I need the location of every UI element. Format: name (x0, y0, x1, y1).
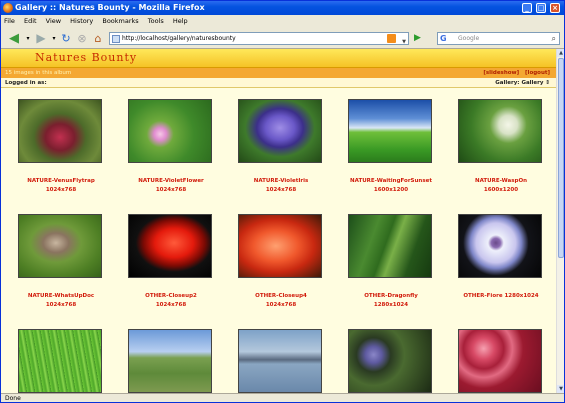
search-field[interactable]: G Google ⌕ (437, 32, 560, 45)
menu-view[interactable]: View (46, 17, 61, 25)
image-name-link[interactable]: NATURE-VenusFlytrap (1, 177, 121, 186)
forward-dropdown-icon[interactable]: ▾ (51, 31, 57, 46)
image-name-link[interactable]: OTHER-Closeup4 (221, 292, 341, 301)
image-size: 1024x768 (45, 302, 77, 308)
image-name-link[interactable]: NATURE-WaitingForSunset (331, 177, 451, 186)
menu-bar: File Edit View History Bookmarks Tools H… (1, 15, 564, 28)
firefox-logo-icon (3, 3, 13, 13)
thumbnail-image[interactable] (238, 214, 322, 278)
scrollbar-thumb[interactable] (558, 58, 564, 258)
menu-file[interactable]: File (4, 17, 15, 25)
thumbnail-image[interactable] (348, 329, 432, 393)
thumbnail-image[interactable] (128, 329, 212, 393)
menu-bookmarks[interactable]: Bookmarks (102, 17, 138, 25)
thumbnail-image[interactable] (458, 329, 542, 393)
thumbnail-image[interactable] (128, 214, 212, 278)
scroll-down-icon[interactable]: ▼ (557, 385, 564, 393)
page-icon (112, 35, 120, 43)
menu-tools[interactable]: Tools (148, 17, 164, 25)
image-size: 1600x1200 (373, 187, 409, 193)
url-text: http://localhost/gallery/naturesbounty (122, 35, 236, 42)
image-name-link[interactable]: NATURE-WhatsUpDoc (1, 292, 121, 301)
gallery-select-arrow-icon[interactable]: ⇕ (545, 80, 550, 86)
forward-button[interactable]: ▶ (33, 31, 49, 46)
navigation-toolbar: ◀ ▾ ▶ ▾ ↻ ⊗ ⌂ http://localhost/gallery/n… (1, 28, 564, 49)
scroll-up-icon[interactable]: ▲ (557, 49, 564, 57)
image-size: 1024x768 (155, 187, 187, 193)
maximize-button[interactable]: □ (536, 3, 546, 13)
thumbnail-image[interactable] (238, 329, 322, 393)
browser-window: Gallery :: Natures Bounty - Mozilla Fire… (0, 0, 565, 403)
status-text: Done (5, 395, 21, 402)
logged-in-label: Logged in as: (5, 80, 47, 86)
slideshow-link[interactable]: [slideshow] (483, 70, 519, 76)
image-name-link[interactable]: NATURE-VioletFlower (111, 177, 231, 186)
search-icon[interactable]: ⌕ (552, 33, 556, 45)
status-bar: Done (1, 393, 564, 402)
back-button[interactable]: ◀ (5, 31, 23, 46)
image-size: 1024x768 (265, 187, 297, 193)
image-size: 1024x768 (155, 302, 187, 308)
image-name-link[interactable]: NATURE-VioletIris (221, 177, 341, 186)
thumbnail-image[interactable] (128, 99, 212, 163)
site-title: Natures Bounty (35, 51, 138, 64)
back-dropdown-icon[interactable]: ▾ (25, 31, 31, 46)
logout-link[interactable]: [logout] (525, 70, 550, 76)
menu-edit[interactable]: Edit (24, 17, 37, 25)
thumbnail-image[interactable] (348, 214, 432, 278)
thumbnail-image[interactable] (348, 99, 432, 163)
album-bar: 15 images in this album [slideshow] [log… (1, 68, 556, 78)
rss-feed-icon[interactable] (387, 34, 396, 43)
page-content: Natures Bounty 15 images in this album [… (1, 49, 556, 393)
search-engine-icon[interactable]: G (440, 34, 447, 44)
thumbnail-image[interactable] (18, 329, 102, 393)
url-field[interactable]: http://localhost/gallery/naturesbounty ▼ (109, 32, 409, 45)
thumbnail-image[interactable] (18, 214, 102, 278)
image-name-link[interactable]: OTHER-Fiore 1280x1024 (441, 292, 556, 301)
thumbnail-image[interactable] (458, 99, 542, 163)
url-dropdown-icon[interactable]: ▼ (402, 36, 406, 48)
image-name-link[interactable]: OTHER-Dragonfly (331, 292, 451, 301)
thumbnail-image[interactable] (238, 99, 322, 163)
reload-button[interactable]: ↻ (59, 31, 73, 46)
image-size: 1024x768 (265, 302, 297, 308)
image-name-link[interactable]: OTHER-Closeup2 (111, 292, 231, 301)
go-button[interactable]: ▶ (414, 32, 424, 45)
home-button[interactable]: ⌂ (91, 31, 105, 46)
title-bar: Gallery :: Natures Bounty - Mozilla Fire… (1, 1, 564, 15)
minimize-button[interactable]: _ (522, 3, 532, 13)
close-button[interactable]: × (550, 3, 560, 13)
login-bar: Logged in as: Gallery: Gallery ⇕ (1, 78, 556, 88)
search-placeholder: Google (458, 35, 480, 42)
gallery-label: Gallery: (495, 80, 520, 86)
menu-help[interactable]: Help (173, 17, 188, 25)
image-size: 1280x1024 (373, 302, 409, 308)
image-size: 1600x1200 (483, 187, 519, 193)
site-header: Natures Bounty (1, 49, 556, 68)
gallery-select[interactable]: Gallery (521, 80, 543, 86)
thumbnail-image[interactable] (18, 99, 102, 163)
menu-history[interactable]: History (70, 17, 93, 25)
window-title: Gallery :: Natures Bounty - Mozilla Fire… (15, 3, 205, 12)
image-size: 1024x768 (45, 187, 77, 193)
thumbnail-image[interactable] (458, 214, 542, 278)
album-info: 15 images in this album (5, 70, 72, 76)
stop-button[interactable]: ⊗ (75, 31, 89, 46)
vertical-scrollbar[interactable]: ▲ ▼ (556, 49, 564, 393)
image-name-link[interactable]: NATURE-WaspOn (441, 177, 556, 186)
